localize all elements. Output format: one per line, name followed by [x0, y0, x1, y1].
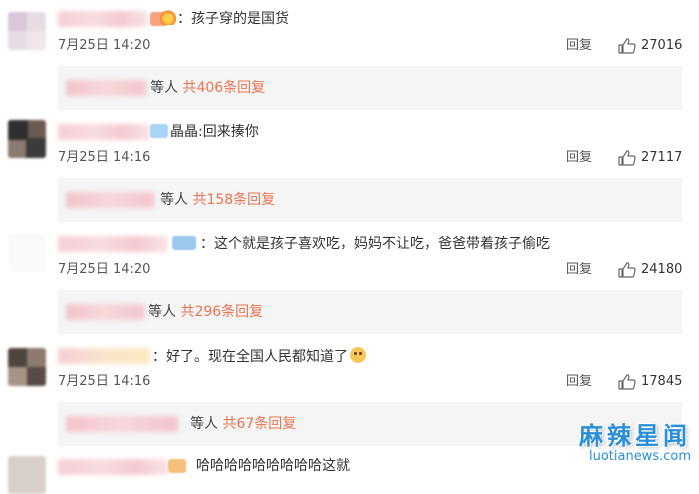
comment-text: ：好了。现在全国人民都知道了	[152, 347, 366, 366]
replies-summary-text: 等人 共296条回复	[148, 304, 264, 320]
comment-text: ：这个就是孩子喜欢吃，妈妈不让吃，爸爸带着孩子偷吃	[200, 236, 550, 252]
username[interactable]	[58, 11, 148, 27]
comment-time: 7月25日 14:20	[58, 262, 151, 277]
reply-button[interactable]: 回复	[566, 262, 592, 278]
like-count: 27117	[641, 150, 683, 165]
thumbs-up-icon[interactable]	[618, 150, 636, 166]
reply-user-names	[66, 416, 178, 432]
like-count: 27016	[641, 38, 683, 53]
reply-user-names	[66, 192, 154, 208]
replies-summary-text: 等人 共158条回复	[160, 192, 276, 208]
reply-count-link[interactable]: 共67条回复	[222, 416, 296, 432]
username[interactable]	[58, 124, 150, 140]
watermark: 麻辣星闻 luotianews.com	[579, 422, 691, 464]
reply-user-names	[66, 80, 146, 96]
thumbs-up-icon[interactable]	[618, 38, 636, 54]
username[interactable]	[58, 236, 168, 252]
watermark-url: luotianews.com	[588, 449, 691, 464]
replies-summary-text: 等人 共67条回复	[190, 416, 297, 432]
comment-text: ：孩子穿的是国货	[160, 9, 289, 28]
comment-text: 哈哈哈哈哈哈哈哈哈这就	[196, 458, 350, 474]
comment-time: 7月25日 14:16	[58, 374, 151, 389]
reply-user-names	[66, 304, 144, 320]
avatar[interactable]	[8, 348, 46, 386]
replies-summary-text: 等人 共406条回复	[150, 80, 266, 96]
thumbs-up-icon[interactable]	[618, 262, 636, 278]
like-count: 17845	[641, 374, 683, 389]
reply-count-link[interactable]: 共158条回复	[192, 192, 275, 208]
reply-button[interactable]: 回复	[566, 38, 592, 54]
avatar[interactable]	[8, 12, 46, 50]
user-badge-icon	[150, 124, 168, 138]
avatar[interactable]	[8, 234, 46, 272]
comment-text: 晶晶:回来揍你	[170, 124, 259, 140]
doge-emoji-icon	[350, 347, 366, 363]
reply-count-link[interactable]: 共296条回复	[180, 304, 263, 320]
avatar[interactable]	[8, 120, 46, 158]
comment-time: 7月25日 14:20	[58, 38, 151, 53]
reply-button[interactable]: 回复	[566, 374, 592, 390]
watermark-title: 麻辣星闻	[579, 422, 691, 450]
replies-summary[interactable]: 等人 共296条回复	[58, 290, 682, 334]
thumbs-up-icon[interactable]	[618, 374, 636, 390]
like-count: 24180	[641, 262, 683, 277]
username[interactable]	[58, 348, 150, 364]
replies-summary[interactable]: 等人 共406条回复	[58, 66, 682, 110]
reply-count-link[interactable]: 共406条回复	[182, 80, 265, 96]
reply-button[interactable]: 回复	[566, 150, 592, 166]
user-badge-icon	[168, 459, 186, 473]
comment-time: 7月25日 14:16	[58, 150, 151, 165]
avatar[interactable]	[8, 456, 46, 494]
username[interactable]	[58, 459, 168, 475]
user-badge-icon	[172, 236, 196, 250]
replies-summary[interactable]: 等人 共158条回复	[58, 178, 682, 222]
flame-emoji-icon	[160, 9, 176, 25]
